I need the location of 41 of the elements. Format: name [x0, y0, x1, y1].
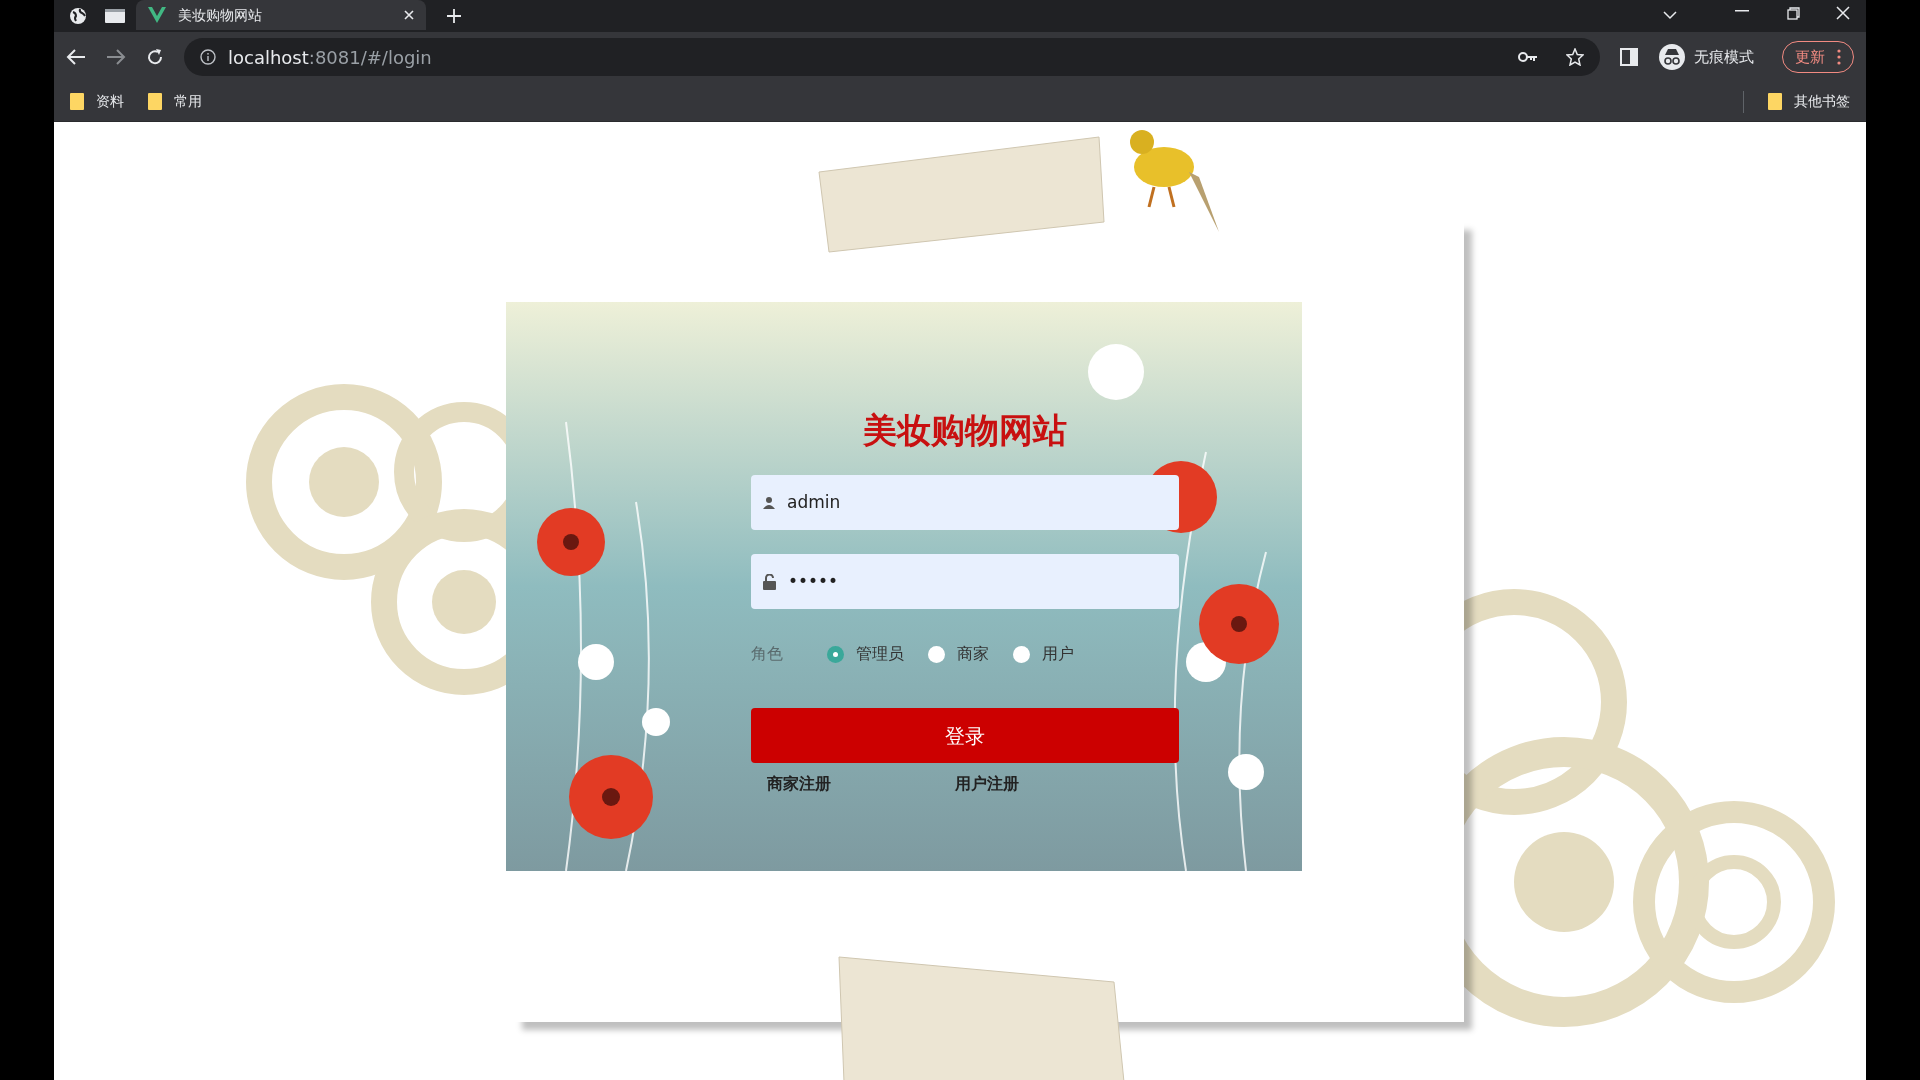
incognito-chip[interactable]: 无痕模式 — [1658, 43, 1762, 71]
tab-title: 美妆购物网站 — [178, 5, 263, 25]
role-radio-option[interactable]: 商家 — [928, 642, 989, 666]
register-link[interactable]: 用户注册 — [955, 772, 1019, 796]
chevron-down-icon[interactable] — [1663, 10, 1677, 20]
side-panel-icon[interactable] — [1620, 48, 1638, 66]
role-radio-option[interactable]: 管理员 — [827, 642, 904, 666]
username-field[interactable]: admin — [751, 475, 1179, 530]
v-logo-icon — [148, 7, 166, 23]
incognito-icon — [1658, 43, 1686, 71]
new-tab-icon[interactable] — [446, 8, 462, 24]
key-icon[interactable] — [1518, 51, 1538, 63]
bookmark-item[interactable]: 常用 — [148, 91, 202, 112]
bookmark-item[interactable]: 资料 — [70, 91, 124, 112]
browser-tab[interactable]: 美妆购物网站 — [136, 0, 426, 30]
role-radio-option[interactable]: 用户 — [1013, 642, 1074, 666]
restore-icon[interactable] — [1787, 7, 1800, 20]
url-text: localhost:8081/#/login — [228, 45, 432, 70]
tab-window-icon[interactable] — [104, 8, 126, 24]
minimize-icon[interactable] — [1735, 10, 1749, 12]
back-arrow-icon[interactable] — [66, 48, 86, 66]
globe-icon[interactable] — [68, 6, 88, 26]
password-field[interactable]: ••••• — [751, 554, 1179, 609]
folder-icon — [148, 93, 162, 110]
more-icon — [1837, 49, 1841, 65]
site-title: 美妆购物网站 — [862, 409, 1068, 452]
folder-icon — [70, 93, 84, 110]
close-icon[interactable] — [404, 10, 414, 20]
folder-icon — [1768, 93, 1782, 110]
user-icon — [763, 496, 775, 509]
star-icon[interactable] — [1566, 48, 1584, 66]
other-bookmarks-item[interactable]: 其他书签 — [1768, 91, 1850, 112]
info-icon[interactable] — [200, 49, 216, 65]
forward-arrow-icon[interactable] — [106, 48, 126, 66]
role-label: 角色 — [751, 643, 784, 665]
close-icon[interactable] — [1836, 6, 1850, 20]
lock-icon — [763, 573, 776, 590]
register-link[interactable]: 商家注册 — [767, 772, 831, 796]
login-button[interactable]: 登录 — [751, 708, 1179, 763]
reload-icon[interactable] — [146, 48, 164, 66]
address-bar[interactable]: localhost:8081/#/login — [184, 38, 1600, 76]
